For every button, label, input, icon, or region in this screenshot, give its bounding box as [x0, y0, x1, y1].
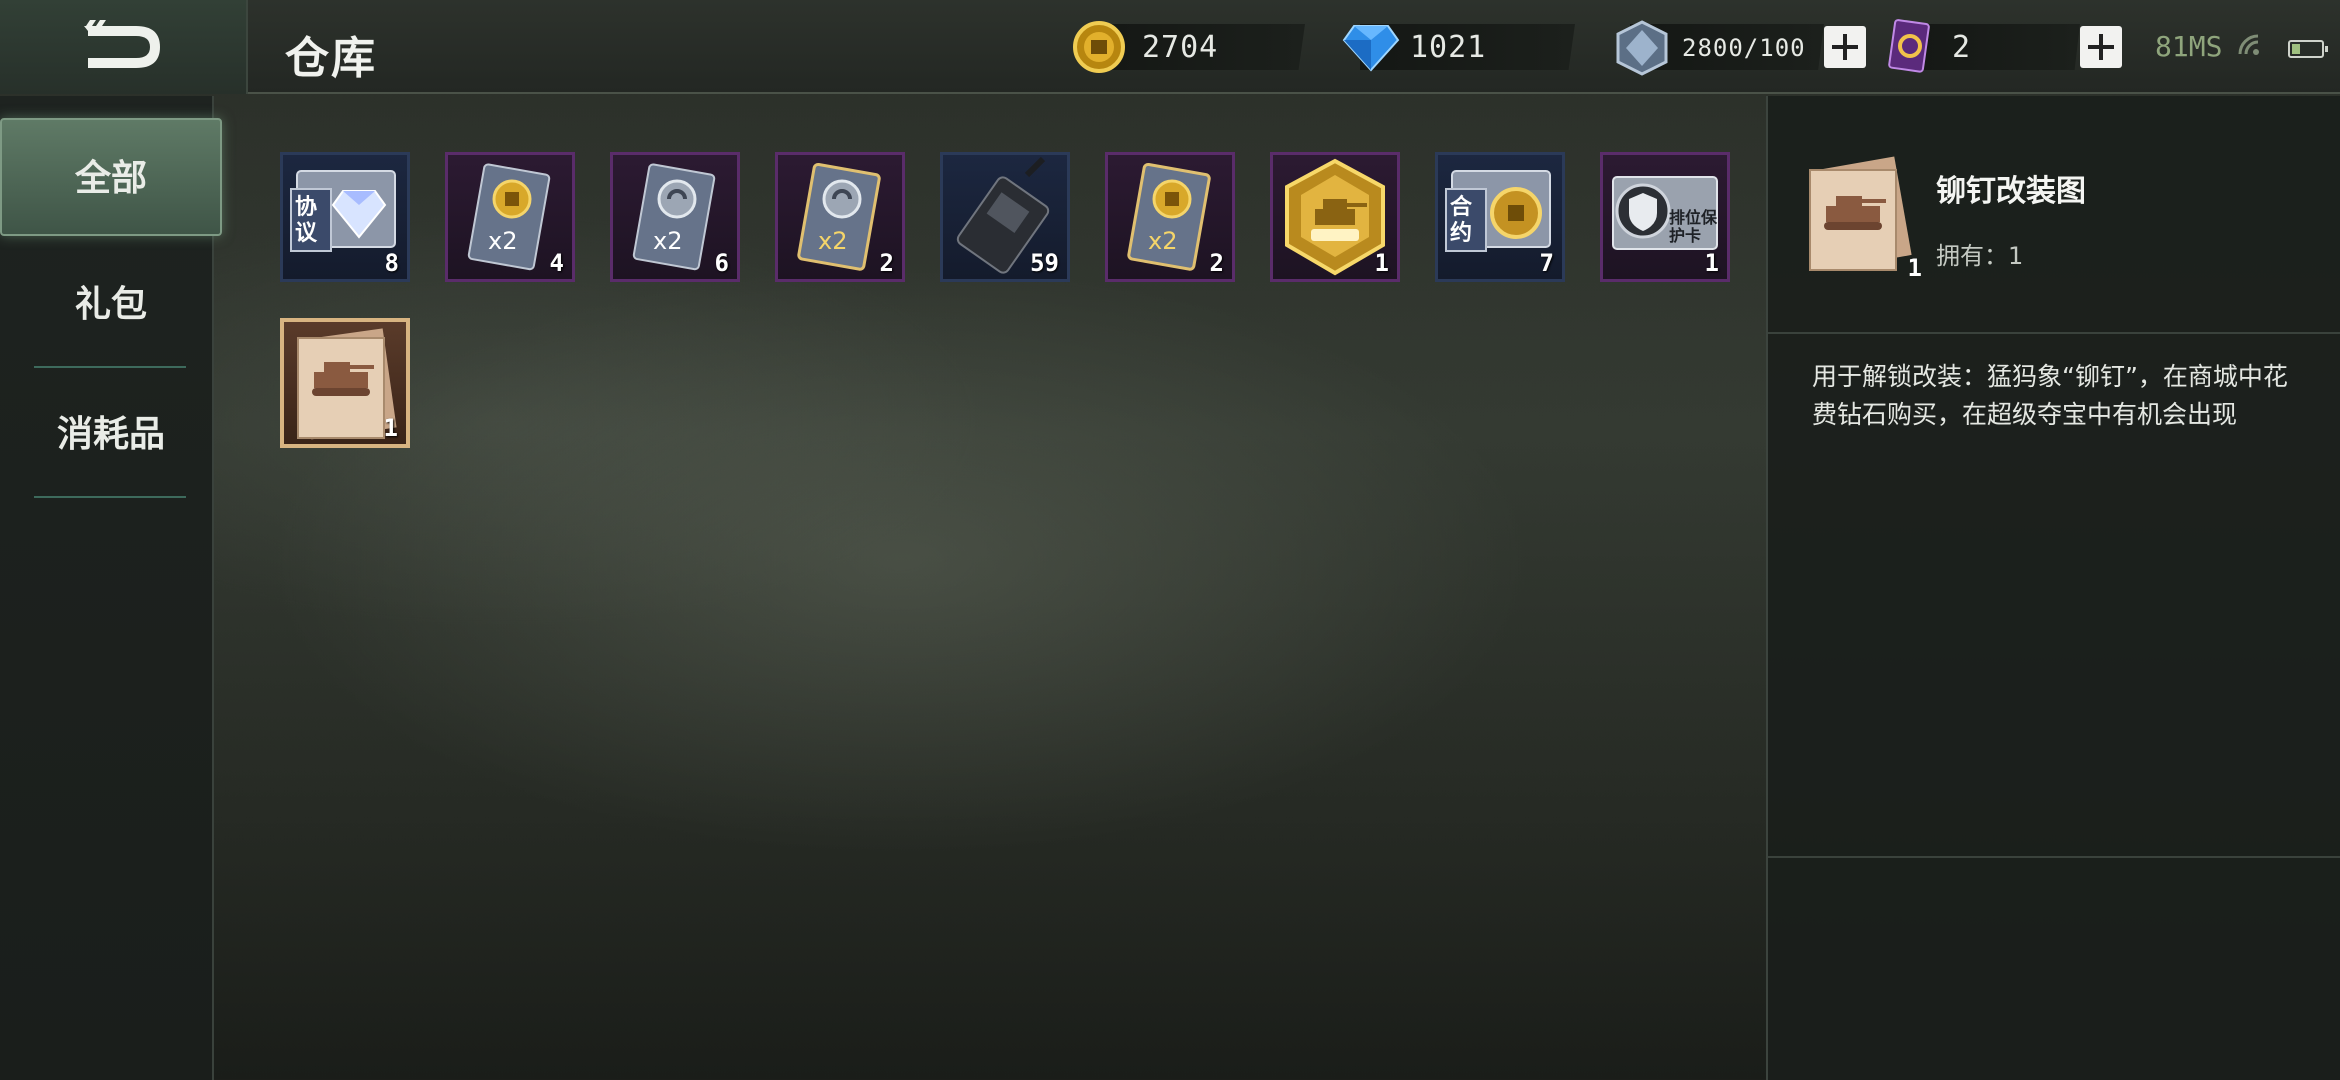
item-label: 合约 [1450, 195, 1473, 246]
item-count: 8 [384, 249, 399, 277]
add-card-button[interactable] [2080, 26, 2122, 68]
detail-item-icon-frame: 1 [1794, 154, 1922, 282]
detail-item-count: 1 [1907, 254, 1922, 282]
item-label: x2 [1148, 227, 1178, 255]
inventory-item[interactable]: 59 [940, 152, 1070, 282]
inventory-item[interactable]: 协议 8 [280, 152, 410, 282]
item-label: x2 [818, 227, 848, 255]
detail-header: 1 铆钉改装图 拥有：1 [1768, 96, 2340, 334]
inventory-item[interactable]: x2 4 [445, 152, 575, 282]
gold-coin-icon [1073, 21, 1125, 73]
item-label: x2 [488, 227, 518, 255]
inventory-item[interactable]: 1 [1270, 152, 1400, 282]
item-count: 1 [1704, 249, 1719, 277]
inventory-item[interactable]: 合约 7 [1435, 152, 1565, 282]
page-title: 仓库 [285, 33, 377, 84]
tab-gift-pack[interactable]: 礼包 [0, 246, 222, 364]
back-button[interactable] [0, 0, 248, 94]
item-count: 4 [549, 249, 564, 277]
item-count: 2 [879, 249, 894, 277]
item-count: 59 [1030, 249, 1059, 277]
inventory-item[interactable]: x2 2 [775, 152, 905, 282]
detail-item-name: 铆钉改装图 [1936, 174, 2086, 209]
item-label: 协议 [295, 195, 318, 246]
sidebar-divider [34, 366, 186, 368]
category-sidebar: 全部 礼包 消耗品 [0, 96, 222, 1080]
item-count: 7 [1539, 249, 1554, 277]
tank-blueprint-icon [1809, 156, 1912, 271]
inventory-item[interactable]: x2 6 [610, 152, 740, 282]
detail-description: 用于解锁改装：猛犸象“铆钉”，在商城中花费钻石购买，在超级夺宝中有机会出现 [1812, 362, 2288, 429]
card-value: 2 [1952, 30, 1972, 65]
item-count: 1 [1374, 249, 1389, 277]
diamond-icon [1342, 25, 1400, 72]
inventory-item[interactable]: 1 [280, 318, 410, 448]
item-detail-panel: 1 铆钉改装图 拥有：1 用于解锁改装：猛犸象“铆钉”，在商城中花费钻石购买，在… [1766, 96, 2340, 1080]
gold-value: 2704 [1142, 30, 1219, 65]
inventory-item[interactable]: x2 2 [1105, 152, 1235, 282]
back-arrow-icon [84, 20, 160, 68]
diamond-value: 1021 [1410, 30, 1487, 65]
item-count: 1 [383, 414, 398, 442]
steel-value: 2800/100 [1682, 34, 1806, 62]
battery-icon [2288, 40, 2328, 58]
ping-indicator: 81MS [2155, 30, 2223, 63]
inventory-item[interactable]: 排位保护卡 1 [1600, 152, 1730, 282]
purple-card-icon [1888, 19, 1930, 73]
sidebar-divider [34, 496, 186, 498]
item-count: 2 [1209, 249, 1224, 277]
wifi-icon [2238, 34, 2259, 55]
item-label: 排位保护卡 [1669, 208, 1718, 245]
detail-owned-count: 拥有：1 [1936, 242, 2024, 270]
steel-crystal-icon [1616, 20, 1668, 76]
detail-divider [1768, 856, 2340, 858]
item-label: x2 [653, 227, 683, 255]
item-count: 6 [714, 249, 729, 277]
tab-all[interactable]: 全部 [0, 118, 222, 236]
top-bar: 仓库 2704 1021 2800/100 2 81MS [0, 0, 2340, 94]
tab-consumables[interactable]: 消耗品 [0, 376, 222, 494]
add-steel-button[interactable] [1824, 26, 1866, 68]
